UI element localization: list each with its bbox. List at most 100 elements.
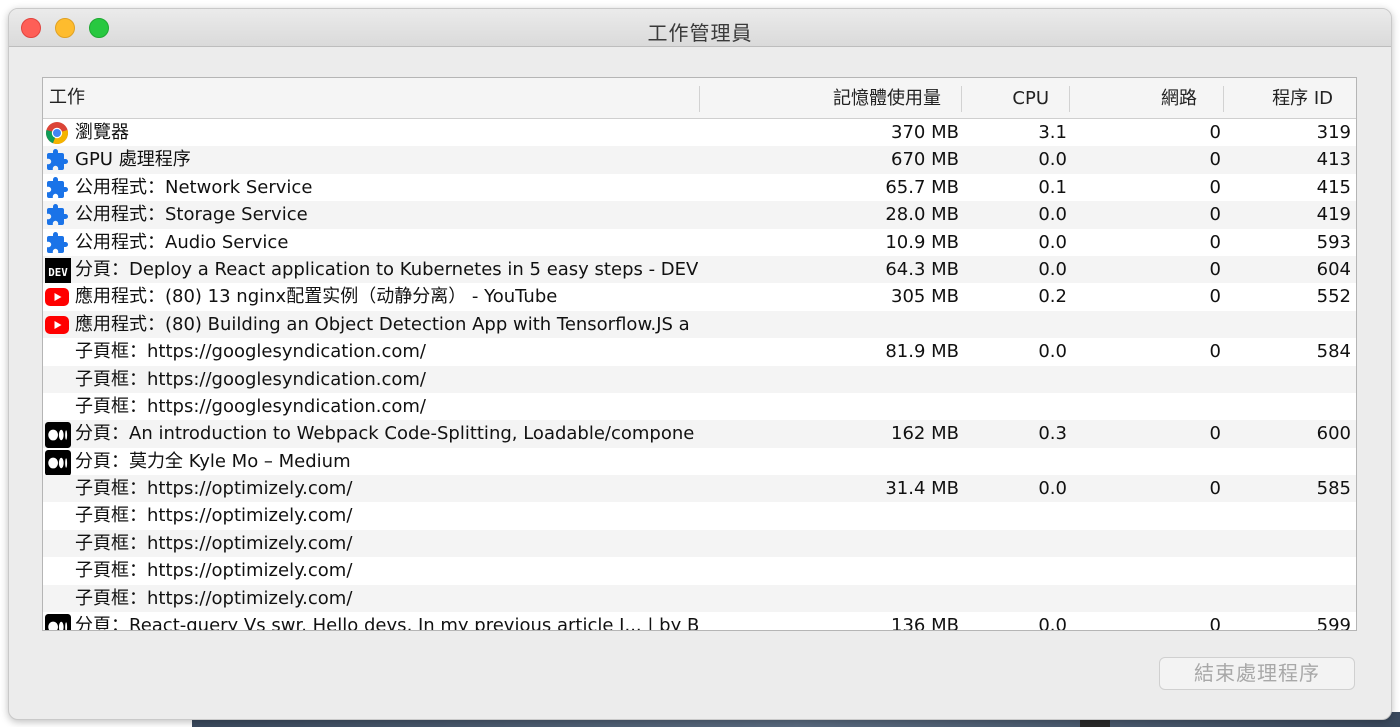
- table-row[interactable]: 公用程式：Storage Service 28.0 MB 0.0 0 419: [43, 201, 1356, 229]
- column-header-memory[interactable]: 記憶體使用量: [699, 86, 961, 112]
- memory-usage: 305 MB: [891, 286, 959, 308]
- medium-icon: [45, 449, 71, 476]
- cpu-usage: 0.0: [1038, 478, 1067, 500]
- network-usage: 0: [1209, 176, 1221, 198]
- memory-usage: 28.0 MB: [885, 204, 959, 226]
- task-name: 分頁：React-query Vs swr. Hello devs, In my…: [75, 615, 698, 631]
- cpu-usage: 0.0: [1038, 204, 1067, 226]
- table-row[interactable]: 子頁框：https://optimizely.com/: [43, 502, 1356, 530]
- table-row[interactable]: 子頁框：https://optimizely.com/: [43, 584, 1356, 613]
- task-name: 子頁框：https://optimizely.com/: [75, 587, 353, 609]
- memory-usage: 670 MB: [891, 149, 959, 171]
- medium-icon: [45, 614, 71, 630]
- puzzle-icon: [45, 176, 69, 200]
- youtube-icon: [45, 313, 69, 337]
- network-usage: 0: [1209, 231, 1221, 253]
- process-id: [1223, 502, 1351, 529]
- column-header-task[interactable]: 工作: [49, 78, 85, 118]
- process-id: 419: [1316, 204, 1351, 226]
- process-id: 585: [1316, 478, 1351, 500]
- network-usage: 0: [1209, 122, 1221, 143]
- cpu-usage: [963, 557, 1067, 584]
- cpu-usage: [963, 448, 1067, 475]
- network-usage: 0: [1209, 286, 1221, 308]
- cpu-usage: 0.0: [1038, 258, 1067, 280]
- network-usage: [1073, 393, 1221, 420]
- table-row[interactable]: 公用程式：Audio Service 10.9 MB 0.0 0 593: [43, 228, 1356, 256]
- task-name: 子頁框：https://googlesyndication.com/: [75, 395, 426, 417]
- column-header-cpu[interactable]: CPU: [961, 86, 1069, 112]
- network-usage: 0: [1209, 615, 1221, 631]
- cpu-usage: 3.1: [1038, 122, 1067, 143]
- table-row[interactable]: 分頁：莫力全 Kyle Mo – Medium: [43, 447, 1356, 476]
- cpu-usage: [963, 393, 1067, 420]
- memory-usage: 162 MB: [891, 423, 959, 445]
- table-row[interactable]: 子頁框：https://googlesyndication.com/81.9 M…: [43, 338, 1356, 366]
- table-row[interactable]: 瀏覽器 370 MB 3.1 0 319: [43, 119, 1356, 147]
- network-usage: [1073, 502, 1221, 529]
- task-name: 子頁框：https://googlesyndication.com/: [75, 368, 426, 390]
- task-name: 公用程式：Audio Service: [75, 231, 289, 253]
- puzzle-icon: [45, 148, 69, 172]
- memory-usage: [743, 502, 959, 529]
- table-row[interactable]: 子頁框：https://googlesyndication.com/: [43, 392, 1356, 421]
- task-name: 應用程式：(80) 13 nginx配置实例（动静分离） - YouTube: [75, 286, 558, 308]
- memory-usage: [743, 557, 959, 584]
- table-row[interactable]: 子頁框：https://optimizely.com/31.4 MB 0.0 0 58…: [43, 475, 1356, 503]
- cpu-usage: 0.0: [1038, 149, 1067, 171]
- column-header-pid[interactable]: 程序 ID: [1223, 86, 1356, 112]
- process-id: [1223, 585, 1351, 612]
- cpu-usage: [963, 502, 1067, 529]
- process-id: 600: [1316, 423, 1351, 445]
- table-row[interactable]: 子頁框：https://googlesyndication.com/: [43, 365, 1356, 393]
- end-process-button[interactable]: 結束處理程序: [1159, 657, 1355, 690]
- table-row[interactable]: 分頁：An introduction to Webpack Code-Split…: [43, 420, 1356, 449]
- table-row[interactable]: GPU 處理程序 670 MB 0.0 0 413: [43, 146, 1356, 174]
- memory-usage: 64.3 MB: [885, 258, 959, 280]
- memory-usage: [743, 393, 959, 420]
- task-name: 子頁框：https://optimizely.com/: [75, 478, 353, 500]
- memory-usage: [743, 530, 959, 557]
- table-row[interactable]: 子頁框：https://optimizely.com/: [43, 557, 1356, 585]
- process-id: [1223, 448, 1351, 475]
- column-header-network[interactable]: 網路: [1069, 86, 1201, 112]
- title-bar[interactable]: 工作管理員: [9, 9, 1391, 47]
- table-body: 瀏覽器 370 MB 3.1 0 319 GPU 處理程序 670 MB 0.0 0 413 公用程…: [43, 119, 1356, 631]
- task-name: 分頁：An introduction to Webpack Code-Split…: [75, 423, 695, 445]
- memory-usage: [743, 585, 959, 612]
- process-id: 415: [1316, 176, 1351, 198]
- task-name: 子頁框：https://optimizely.com/: [75, 532, 353, 554]
- chrome-icon: [45, 121, 69, 145]
- process-id: 604: [1316, 258, 1351, 280]
- process-table[interactable]: 工作 記憶體使用量 CPU 網路 程序 ID 瀏覽器 370 MB 3.1 0 319 G…: [42, 77, 1357, 631]
- table-row[interactable]: 應用程式：(80) Building an Object Detection A…: [43, 310, 1356, 339]
- process-id: [1223, 530, 1351, 557]
- network-usage: 0: [1209, 341, 1221, 363]
- process-id: [1223, 393, 1351, 420]
- table-row[interactable]: 子頁框：https://optimizely.com/: [43, 529, 1356, 558]
- task-name: 瀏覽器: [75, 122, 129, 143]
- table-row[interactable]: DEV 分頁：Deploy a React application to Kube…: [43, 255, 1356, 284]
- svg-text:DEV: DEV: [48, 266, 68, 279]
- process-id: [1223, 366, 1351, 393]
- task-manager-window: 工作管理員 工作 記憶體使用量 CPU 網路 程序 ID 瀏覽器 370 MB 3.…: [8, 8, 1392, 720]
- table-row[interactable]: 公用程式：Network Service 65.7 MB 0.1 0 415: [43, 173, 1356, 202]
- table-row[interactable]: 分頁：React-query Vs swr. Hello devs, In my…: [43, 612, 1356, 631]
- cpu-usage: 0.1: [1038, 176, 1067, 198]
- task-name: 子頁框：https://googlesyndication.com/: [75, 341, 426, 363]
- window-title: 工作管理員: [647, 21, 753, 45]
- network-usage: 0: [1209, 423, 1221, 445]
- cpu-usage: 0.0: [1038, 615, 1067, 631]
- task-name: 分頁：莫力全 Kyle Mo – Medium: [75, 450, 351, 472]
- process-id: 593: [1316, 231, 1351, 253]
- task-name: 應用程式：(80) Building an Object Detection A…: [75, 313, 690, 335]
- task-name: 子頁框：https://optimizely.com/: [75, 505, 353, 527]
- puzzle-icon: [45, 203, 69, 227]
- table-row[interactable]: 應用程式：(80) 13 nginx配置实例（动静分离） - YouTube 30…: [43, 283, 1356, 311]
- network-usage: [1073, 366, 1221, 393]
- process-id: 319: [1316, 122, 1351, 143]
- dev-icon: DEV: [45, 257, 71, 284]
- network-usage: [1073, 311, 1221, 338]
- youtube-icon: [45, 285, 69, 309]
- memory-usage: 31.4 MB: [885, 478, 959, 500]
